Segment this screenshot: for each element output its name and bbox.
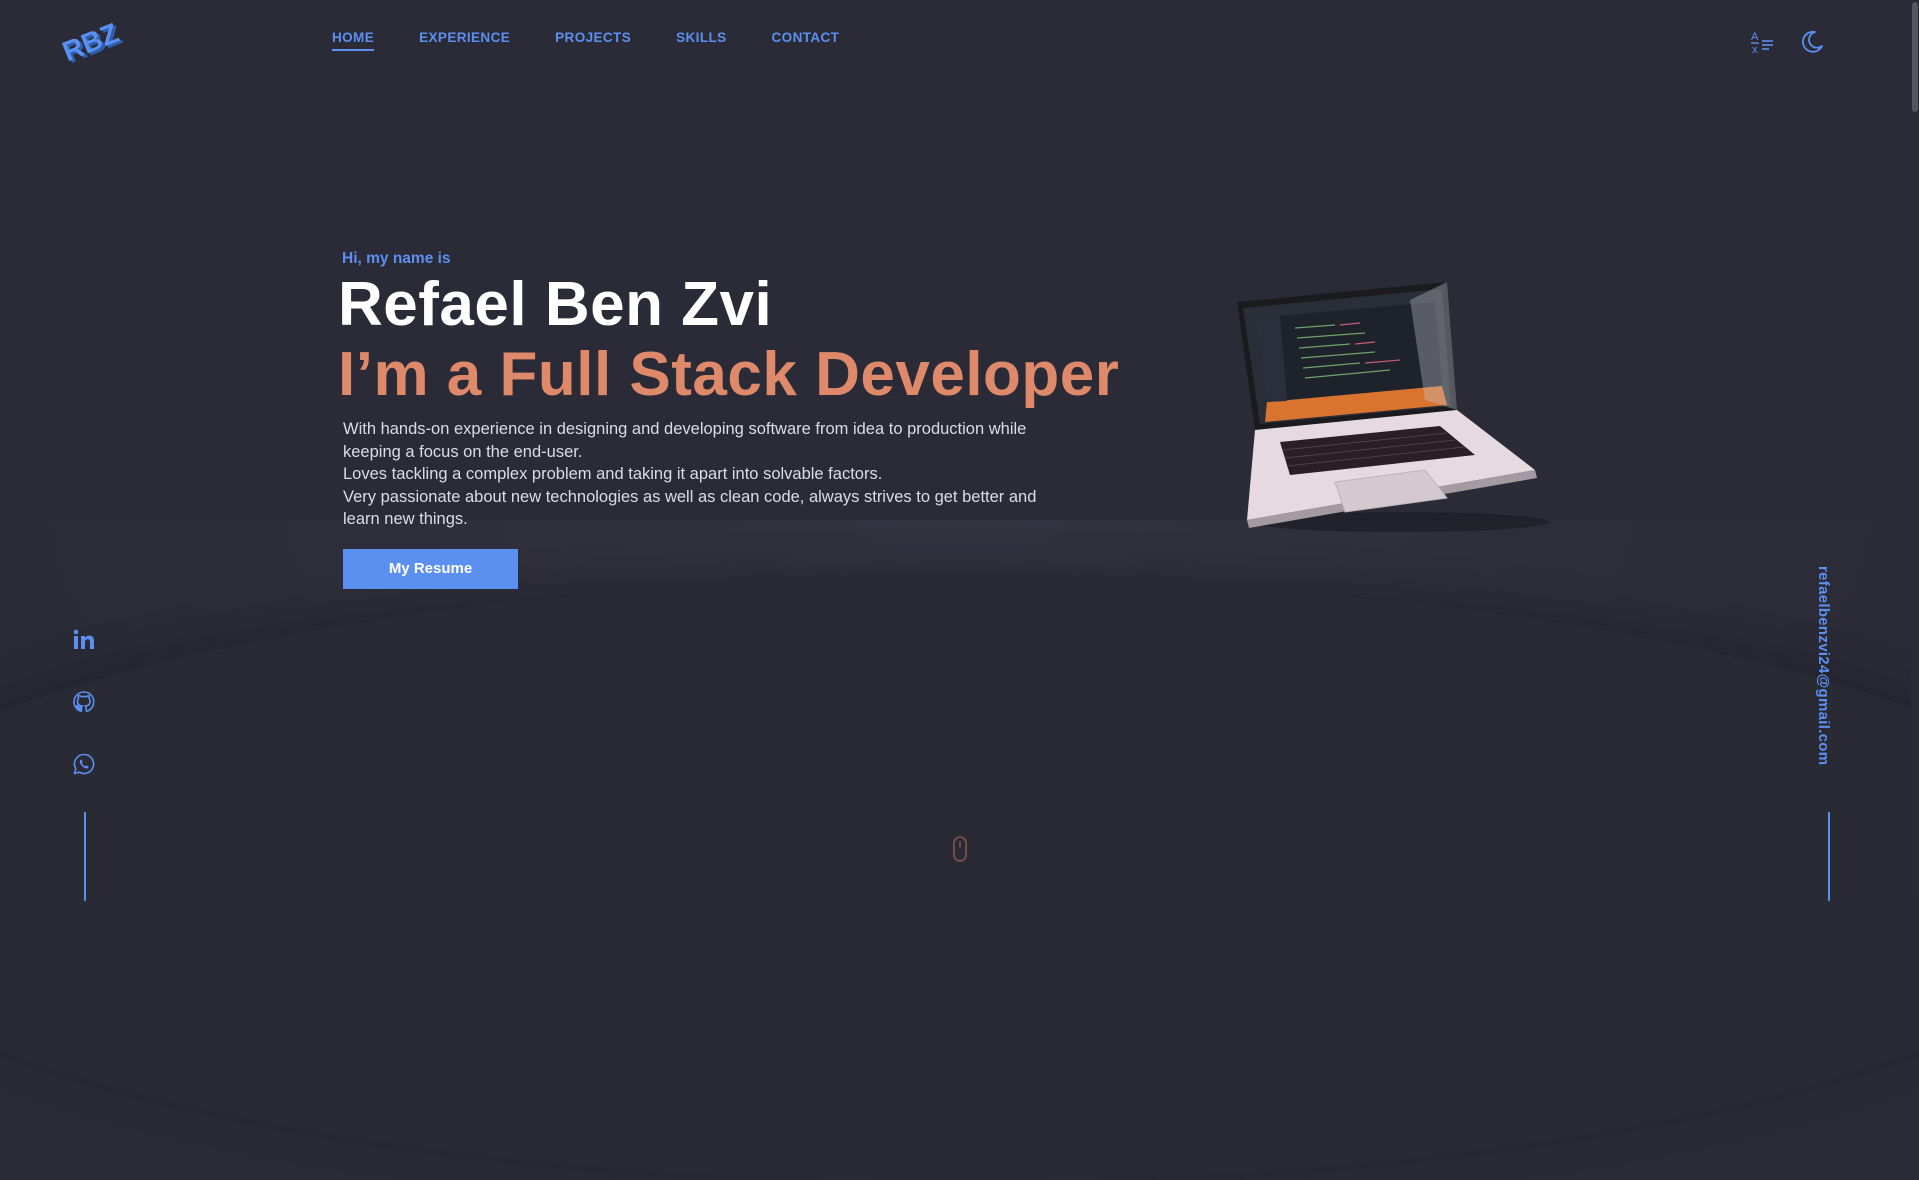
nav-projects[interactable]: PROJECTS — [555, 30, 631, 51]
description-line: Loves tackling a complex problem and tak… — [343, 465, 883, 484]
right-divider-line — [1828, 812, 1830, 901]
logo-graphic: RBZ RBZ — [58, 17, 126, 69]
header-actions: A x — [1748, 28, 1826, 56]
whatsapp-icon[interactable] — [70, 752, 98, 776]
email-link[interactable]: refaelbenzvi24@gmail.com — [1815, 566, 1832, 765]
moon-icon[interactable] — [1798, 28, 1826, 56]
hero-name: Refael Ben Zvi — [338, 270, 773, 339]
laptop-image — [1225, 270, 1555, 540]
hero-description: With hands-on experience in designing an… — [343, 418, 1063, 531]
linkedin-icon[interactable] — [70, 628, 98, 652]
hero-section: Hi, my name is Refael Ben Zvi I’m a Full… — [338, 250, 1198, 589]
description-line: With hands-on experience in designing an… — [343, 420, 1027, 461]
nav-experience[interactable]: EXPERIENCE — [419, 30, 510, 51]
nav-contact[interactable]: CONTACT — [772, 30, 840, 51]
svg-text:A: A — [1751, 31, 1759, 43]
svg-text:x: x — [1752, 44, 1758, 55]
nav-home[interactable]: HOME — [332, 30, 375, 51]
logo-text: RBZ — [60, 17, 123, 64]
page-scrollbar[interactable] — [1911, 0, 1919, 901]
logo[interactable]: RBZ RBZ — [58, 14, 134, 69]
resume-button[interactable]: My Resume — [343, 548, 518, 589]
scroll-mouse-icon[interactable] — [951, 835, 969, 863]
hero-role: I’m a Full Stack Developer — [338, 340, 1120, 410]
nav-skills[interactable]: SKILLS — [676, 30, 726, 51]
description-line: Very passionate about new technologies a… — [343, 487, 1037, 529]
greeting: Hi, my name is — [342, 250, 451, 267]
left-divider-line — [84, 812, 86, 901]
social-links — [70, 628, 98, 776]
scrollbar-thumb[interactable] — [1912, 2, 1918, 112]
main-nav: HOME EXPERIENCE PROJECTS SKILLS CONTACT — [332, 30, 884, 51]
github-icon[interactable] — [70, 690, 98, 714]
translate-icon[interactable]: A x — [1748, 28, 1776, 56]
